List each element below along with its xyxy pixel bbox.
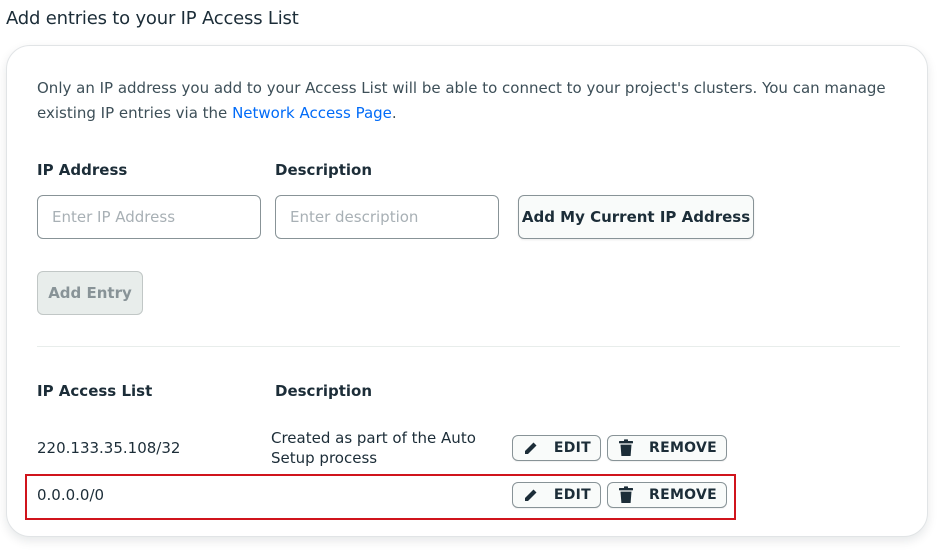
- add-current-ip-button[interactable]: Add My Current IP Address: [518, 195, 754, 239]
- row-ip: 220.133.35.108/32: [37, 439, 181, 457]
- pencil-icon: [522, 439, 540, 457]
- remove-button[interactable]: REMOVE: [607, 435, 727, 461]
- ip-access-list-header: IP Access List: [37, 382, 153, 400]
- ip-address-label: IP Address: [37, 161, 128, 179]
- row-description: Created as part of the Auto Setup proces…: [271, 429, 476, 467]
- divider: [37, 346, 900, 347]
- description-label: Description: [275, 161, 373, 179]
- remove-label: REMOVE: [649, 440, 717, 456]
- ip-access-card: Only an IP address you add to your Acces…: [6, 45, 928, 537]
- intro-body: Only an IP address you add to your Acces…: [37, 79, 886, 122]
- description-input[interactable]: [275, 195, 499, 239]
- intro-text: Only an IP address you add to your Acces…: [37, 76, 907, 126]
- add-entry-button[interactable]: Add Entry: [37, 271, 143, 315]
- intro-end: .: [391, 104, 397, 122]
- trash-icon: [617, 439, 635, 457]
- ip-address-input[interactable]: [37, 195, 261, 239]
- description-header: Description: [275, 382, 373, 400]
- edit-label: EDIT: [553, 440, 591, 456]
- highlight-box: [25, 474, 736, 520]
- network-access-link[interactable]: Network Access Page: [232, 104, 392, 122]
- page-title: Add entries to your IP Access List: [6, 8, 299, 29]
- edit-button[interactable]: EDIT: [512, 435, 601, 461]
